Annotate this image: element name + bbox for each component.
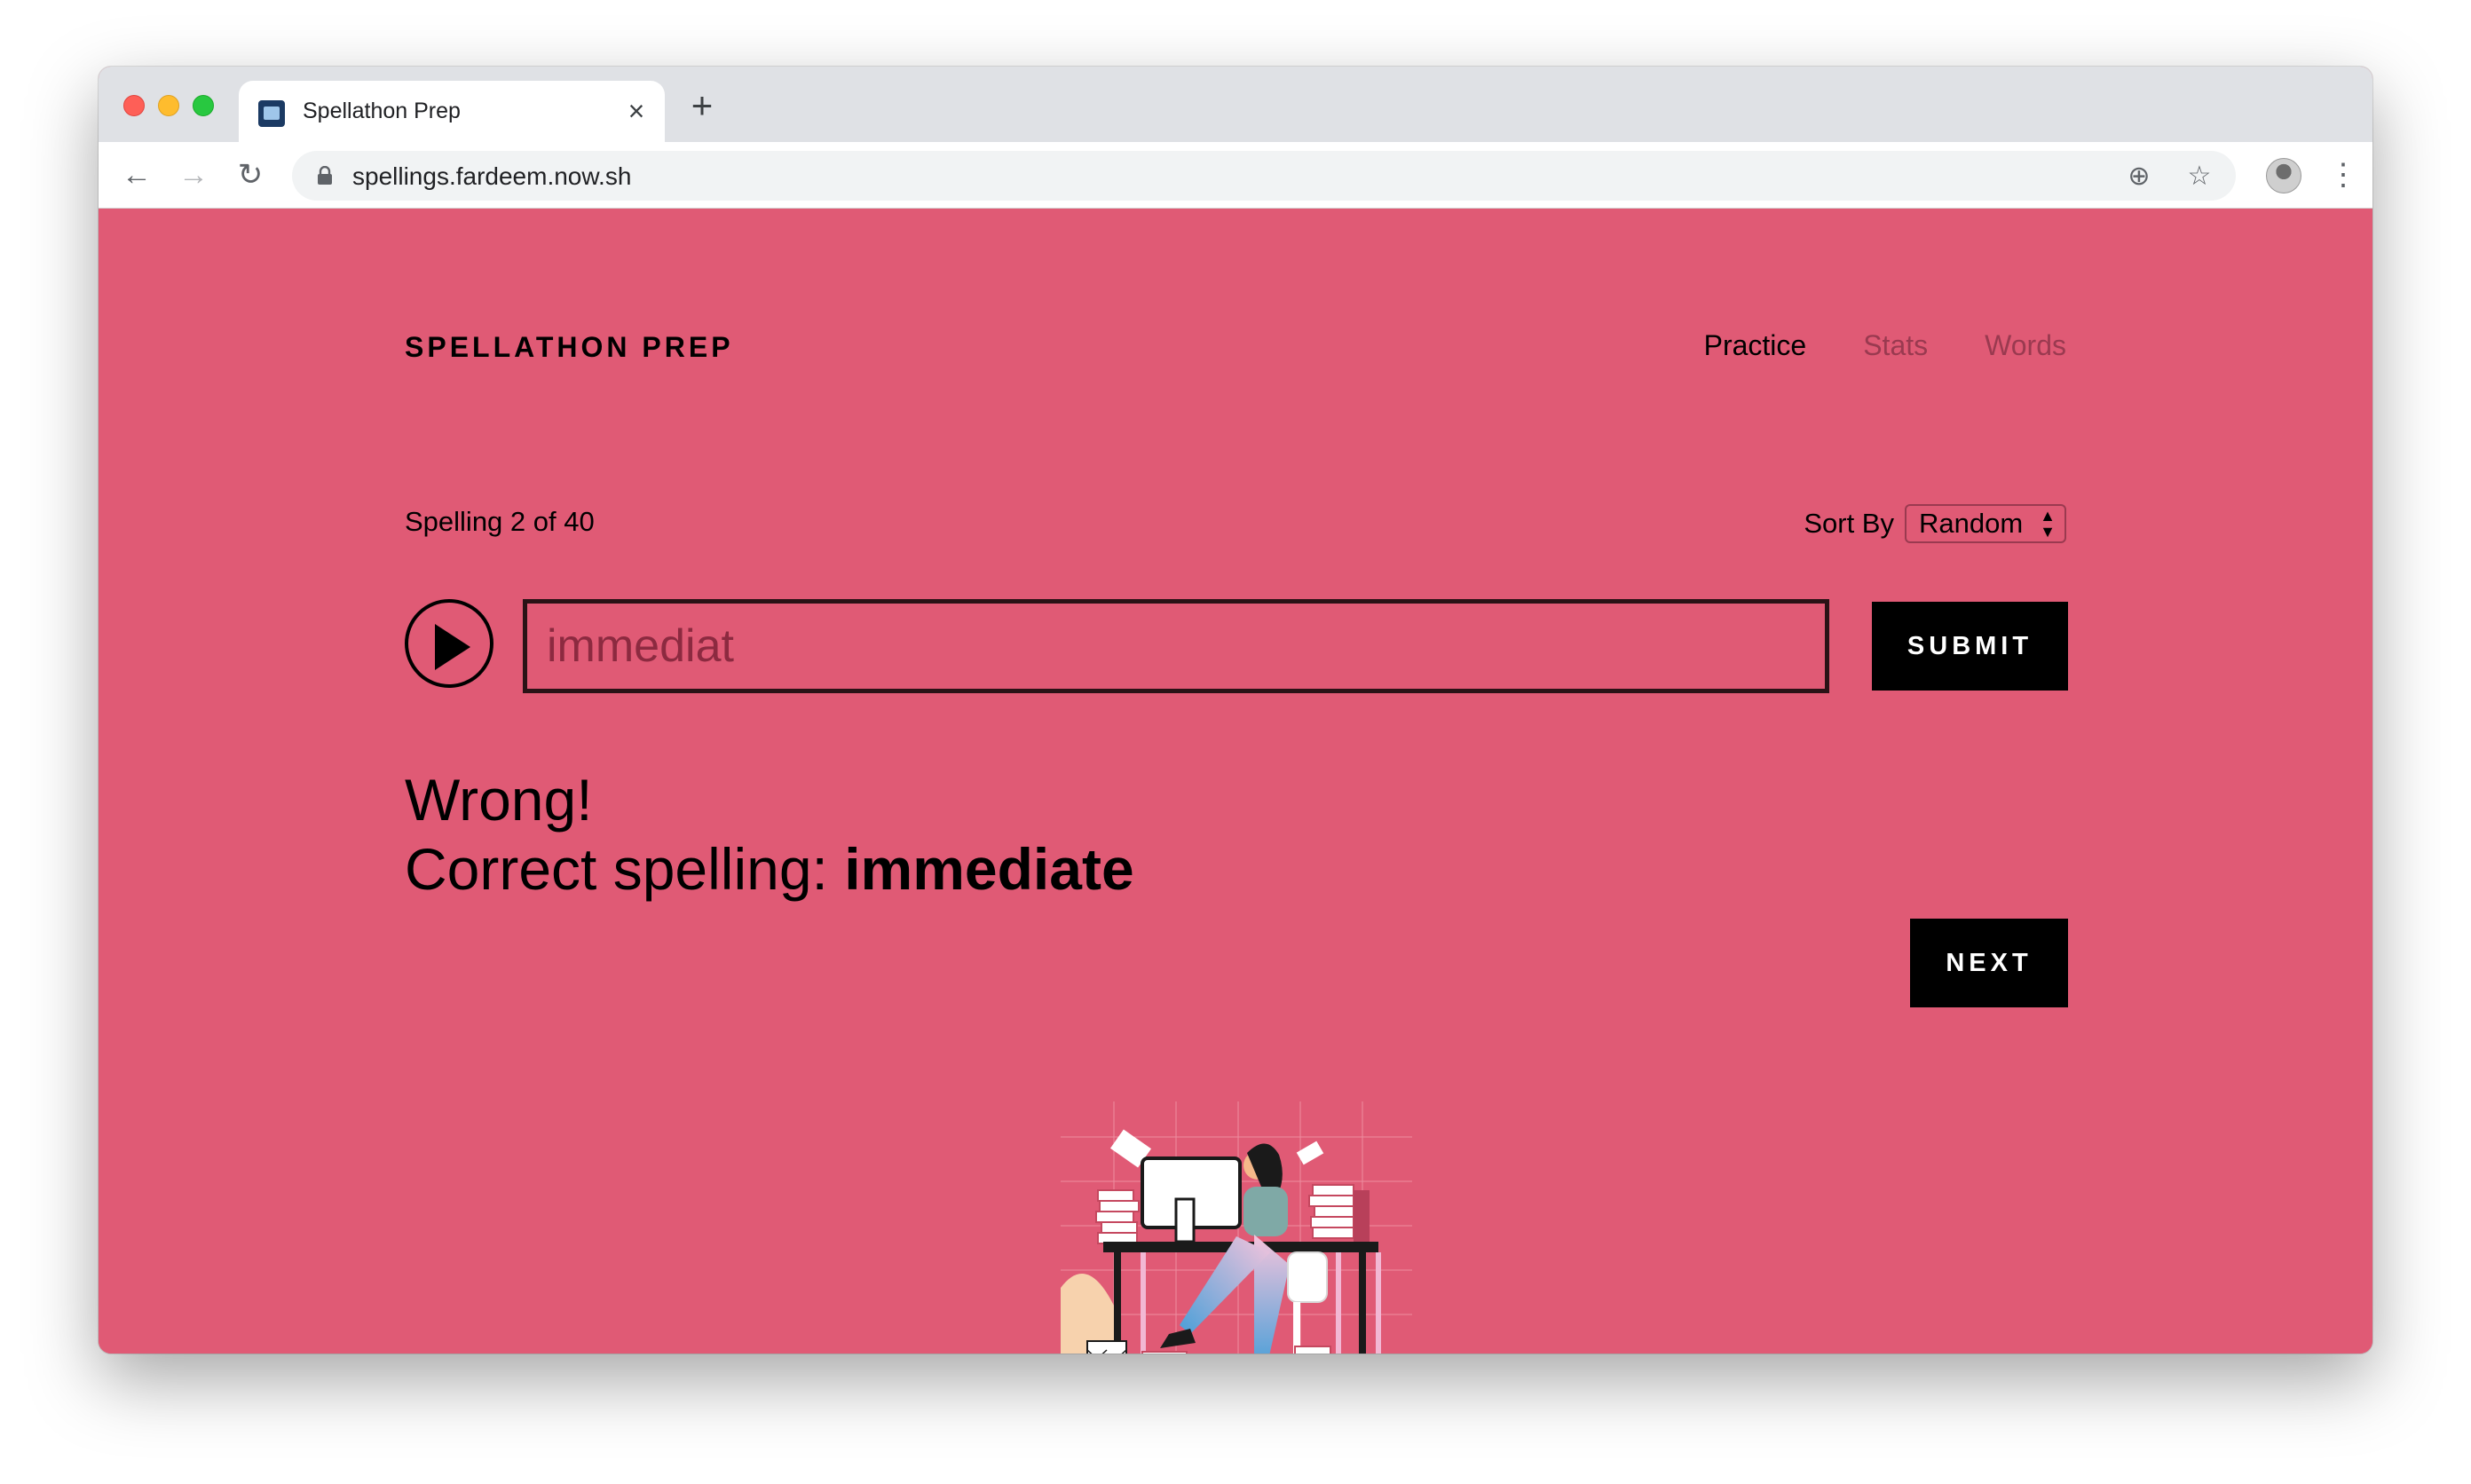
address-bar[interactable]: spellings.fardeem.now.sh ⊕ ☆ <box>292 151 2236 201</box>
close-tab-icon[interactable]: × <box>620 95 652 127</box>
submit-button[interactable]: SUBMIT <box>1872 602 2068 691</box>
minimize-window-button[interactable] <box>158 95 179 116</box>
brand-logo-text[interactable]: SPELLATHON PREP <box>405 331 734 364</box>
browser-tab[interactable]: Spellathon Prep × <box>239 81 665 142</box>
new-tab-icon[interactable]: + <box>683 86 722 125</box>
book-favicon-icon <box>258 100 285 127</box>
url-text: spellings.fardeem.now.sh <box>352 162 632 190</box>
next-button[interactable]: NEXT <box>1910 919 2068 1007</box>
play-icon <box>435 624 470 670</box>
sort-label: Sort By <box>1804 508 1894 539</box>
back-arrow-icon[interactable]: ← <box>116 154 157 195</box>
play-audio-button[interactable] <box>405 599 493 688</box>
sort-select[interactable]: Random ▲ ▼ <box>1905 504 2066 543</box>
page-content: SPELLATHON PREP Practice Stats Words Spe… <box>99 209 2372 1354</box>
tab-strip: Spellathon Prep × + <box>99 67 2372 142</box>
browser-toolbar: ← → ↻ spellings.fardeem.now.sh ⊕ ☆ ⋮ <box>99 142 2372 209</box>
add-circle-icon[interactable]: ⊕ <box>2124 162 2154 192</box>
nav-link-stats[interactable]: Stats <box>1863 329 1928 362</box>
star-icon[interactable]: ☆ <box>2184 162 2214 192</box>
close-window-button[interactable] <box>123 95 145 116</box>
nav-link-words[interactable]: Words <box>1985 329 2066 362</box>
sort-selected-value: Random <box>1919 508 2024 539</box>
correct-spelling-prefix: Correct spelling: <box>405 836 845 902</box>
reload-icon[interactable]: ↻ <box>230 154 271 195</box>
profile-avatar[interactable] <box>2266 158 2301 193</box>
select-arrows-icon: ▲ ▼ <box>2040 507 2056 541</box>
spelling-progress: Spelling 2 of 40 <box>405 506 595 537</box>
spelling-input[interactable]: immediat <box>523 599 1829 693</box>
maximize-window-button[interactable] <box>193 95 214 116</box>
forward-arrow-icon[interactable]: → <box>173 154 214 195</box>
correct-spelling-text: Correct spelling: immediate <box>405 835 1134 903</box>
main-nav: Practice Stats Words <box>1704 329 2066 362</box>
sort-control: Sort By Random ▲ ▼ <box>1804 504 2066 543</box>
kebab-menu-icon[interactable]: ⋮ <box>2328 154 2358 195</box>
browser-window: Spellathon Prep × + ← → ↻ spellings.fard… <box>99 67 2372 1354</box>
nav-link-practice[interactable]: Practice <box>1704 329 1807 362</box>
person-at-desk-illustration <box>1061 1101 1412 1354</box>
lock-icon <box>318 166 332 185</box>
tab-title: Spellathon Prep <box>303 99 461 123</box>
correct-spelling-word: immediate <box>844 836 1134 902</box>
result-heading: Wrong! <box>405 767 593 833</box>
